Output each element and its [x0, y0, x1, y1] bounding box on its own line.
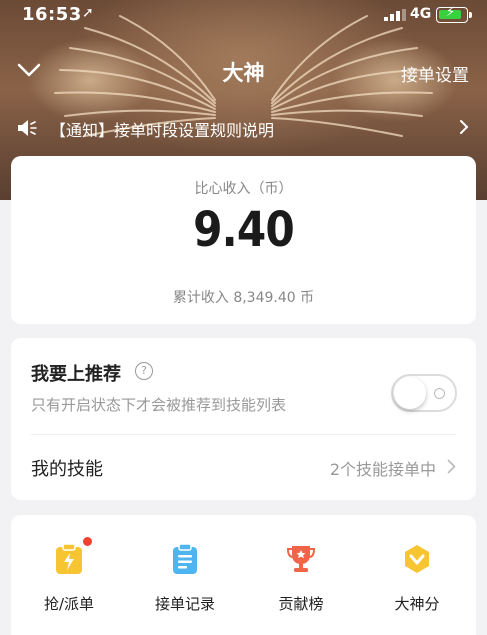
income-card: 比心收入（币） 9.40 累计收入 8,349.40 币 — [11, 156, 476, 324]
notice-text: 【通知】接单时段设置规则说明 — [50, 121, 275, 140]
order-record-icon — [173, 543, 197, 574]
tool-order-records[interactable]: 接单记录 — [127, 515, 243, 635]
score-shield-icon — [405, 545, 429, 573]
recommend-toggle[interactable] — [391, 374, 457, 412]
income-value: 9.40 — [193, 202, 295, 258]
toggle-knob — [394, 377, 426, 409]
my-skills-label: 我的技能 — [31, 459, 103, 480]
recommend-description: 只有开启状态下才会被推荐到技能列表 — [31, 396, 287, 414]
help-icon[interactable]: ? — [135, 362, 153, 380]
recommend-card: 我要上推荐 ? 只有开启状态下才会被推荐到技能列表 我的技能 2个技能接单中 — [11, 338, 476, 500]
tool-contribution-rank[interactable]: 贡献榜 — [243, 515, 359, 635]
tool-grab-order[interactable]: 抢/派单 — [11, 515, 127, 635]
tool-label: 贡献榜 — [278, 595, 324, 613]
location-arrow-icon: ➚ — [82, 5, 94, 21]
income-label: 比心收入（币） — [194, 181, 293, 197]
toggle-off-indicator — [434, 388, 445, 399]
notice-bar[interactable]: 【通知】接单时段设置规则说明 — [0, 112, 487, 144]
tool-label: 大神分 — [394, 595, 440, 613]
total-income: 累计收入 8,349.40 币 — [172, 290, 315, 306]
tool-label: 抢/派单 — [43, 595, 95, 613]
tool-master-score[interactable]: 大神分 — [359, 515, 475, 635]
order-settings-link[interactable]: 接单设置 — [401, 61, 469, 86]
recommend-title: 我要上推荐 — [31, 364, 121, 385]
chevron-right-icon — [460, 120, 469, 134]
tool-label: 接单记录 — [154, 595, 215, 613]
status-time: 16:53 — [22, 4, 82, 25]
tools-card: 抢/派单 接单记录 贡献榜 大神分 — [11, 515, 476, 635]
speaker-icon — [18, 120, 37, 136]
trophy-icon — [286, 546, 316, 572]
chevron-right-icon — [447, 459, 456, 474]
battery-icon: ⚡ — [436, 5, 472, 23]
my-skills-row[interactable]: 我的技能 2个技能接单中 — [11, 435, 476, 497]
signal-icon — [384, 9, 406, 21]
status-bar: 16:53 ➚ 4G ⚡ — [0, 0, 487, 30]
notification-dot — [83, 537, 92, 546]
order-grab-icon — [56, 543, 82, 574]
skills-count: 2个技能接单中 — [329, 460, 436, 479]
network-type: 4G — [410, 6, 432, 22]
